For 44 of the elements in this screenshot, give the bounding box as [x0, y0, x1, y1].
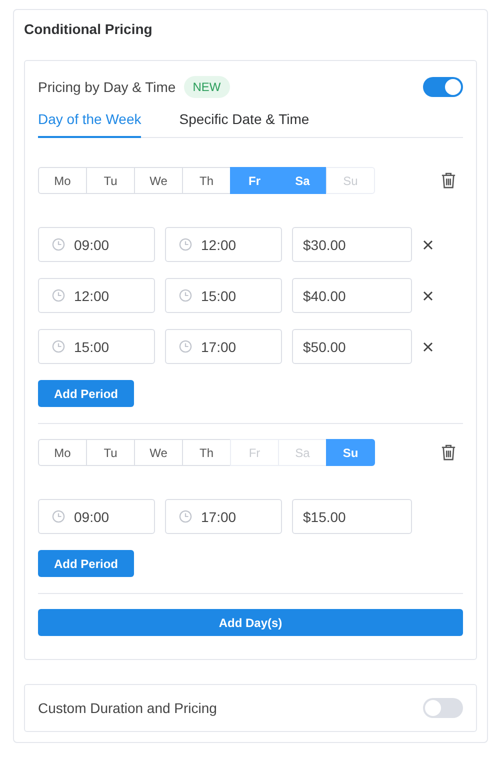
- start-time-field[interactable]: 12:00: [38, 278, 155, 313]
- clock-icon: [179, 510, 192, 523]
- close-icon[interactable]: [423, 290, 433, 300]
- toggle-switch[interactable]: [423, 77, 463, 97]
- price-field[interactable]: $30.00: [292, 227, 412, 262]
- day-button[interactable]: Mo: [38, 439, 87, 466]
- day-button[interactable]: Mo: [38, 167, 87, 194]
- clock-icon: [179, 289, 192, 302]
- clock-icon: [52, 510, 65, 523]
- clock-icon: [52, 289, 65, 302]
- day-button[interactable]: Tu: [86, 439, 135, 466]
- trash-icon[interactable]: [441, 172, 456, 189]
- day-button[interactable]: Tu: [86, 167, 135, 194]
- start-time-field[interactable]: 09:00: [38, 227, 155, 262]
- end-time-field[interactable]: 12:00: [165, 227, 282, 262]
- day-button[interactable]: We: [134, 439, 183, 466]
- section-label: Custom Duration and Pricing: [38, 700, 217, 716]
- add-period-button[interactable]: Add Period: [38, 380, 134, 407]
- section-label: Pricing by Day & Time: [38, 79, 176, 95]
- tab[interactable]: Specific Date & Time: [179, 107, 310, 138]
- tab[interactable]: Day of the Week: [38, 107, 142, 138]
- end-time-field[interactable]: 17:00: [165, 499, 282, 534]
- new-badge: NEW: [184, 76, 230, 98]
- end-time-field[interactable]: 15:00: [165, 278, 282, 313]
- add-days-button[interactable]: Add Day(s): [38, 609, 463, 636]
- clock-icon: [179, 340, 192, 353]
- add-period-button[interactable]: Add Period: [38, 550, 134, 577]
- clock-icon: [52, 238, 65, 251]
- day-button[interactable]: Th: [182, 167, 231, 194]
- price-field[interactable]: $40.00: [292, 278, 412, 313]
- start-time-field[interactable]: 15:00: [38, 329, 155, 364]
- clock-icon: [179, 238, 192, 251]
- toggle-switch[interactable]: [423, 698, 463, 718]
- clock-icon: [52, 340, 65, 353]
- card-title: Conditional Pricing: [24, 21, 154, 37]
- day-button[interactable]: Th: [182, 439, 231, 466]
- end-time-field[interactable]: 17:00: [165, 329, 282, 364]
- close-icon[interactable]: [423, 240, 433, 250]
- price-field[interactable]: $15.00: [292, 499, 412, 534]
- price-field[interactable]: $50.00: [292, 329, 412, 364]
- day-button[interactable]: We: [134, 167, 183, 194]
- start-time-field[interactable]: 09:00: [38, 499, 155, 534]
- close-icon[interactable]: [423, 342, 433, 352]
- trash-icon[interactable]: [441, 444, 456, 461]
